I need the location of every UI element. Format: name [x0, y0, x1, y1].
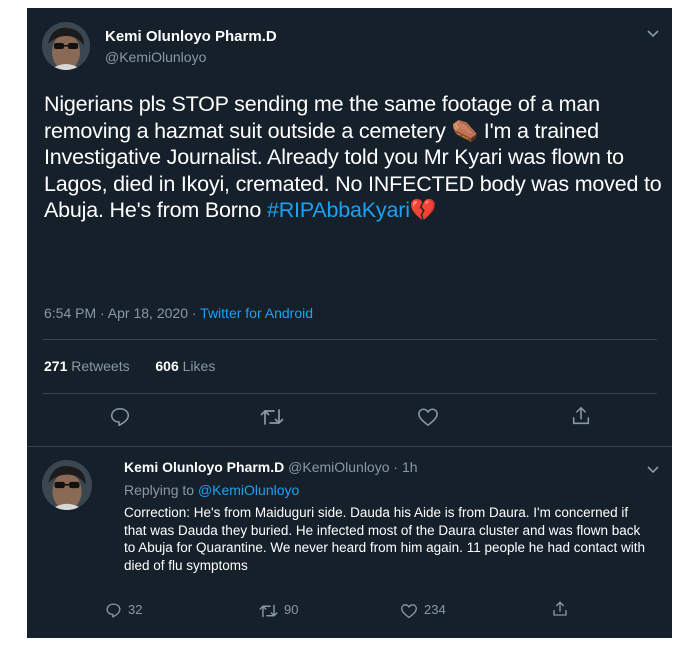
reply-author-name[interactable]: Kemi Olunloyo Pharm.D [124, 459, 284, 475]
retweet-icon[interactable] [260, 407, 284, 432]
avatar[interactable] [42, 22, 90, 70]
like-icon[interactable] [417, 407, 439, 432]
avatar[interactable] [42, 460, 92, 510]
reply-icon[interactable] [109, 406, 131, 433]
chevron-down-icon[interactable] [647, 462, 659, 477]
retweet-count: 90 [284, 602, 299, 617]
reply-text: Correction: He's from Maiduguri side. Da… [124, 505, 646, 573]
divider [27, 446, 672, 447]
reply-count: 32 [128, 602, 143, 617]
chevron-down-icon[interactable] [647, 26, 659, 41]
retweets-stat[interactable]: 271 Retweets [44, 358, 130, 374]
tweet-meta: 6:54 PM · Apr 18, 2020 · Twitter for And… [44, 305, 313, 321]
tweet-timestamp[interactable]: 6:54 PM · Apr 18, 2020 · [44, 305, 200, 321]
like-action[interactable]: 234 [400, 602, 446, 619]
reply-header: Kemi Olunloyo Pharm.D @KemiOlunloyo · 1h [124, 459, 418, 475]
reply-handle-time[interactable]: @KemiOlunloyo · 1h [288, 459, 417, 475]
share-icon[interactable] [551, 600, 575, 618]
reply-action[interactable]: 32 [105, 602, 142, 619]
replying-to-handle[interactable]: @KemiOlunloyo [198, 482, 299, 498]
broken-heart-emoji: 💔 [409, 198, 437, 222]
replying-to: Replying to @KemiOlunloyo [124, 482, 300, 498]
like-icon [401, 603, 417, 618]
author-handle[interactable]: @KemiOlunloyo [105, 49, 206, 65]
engagement-counts: 271 Retweets 606 Likes [44, 358, 215, 374]
like-count: 234 [424, 602, 446, 617]
retweet-action[interactable]: 90 [259, 602, 298, 619]
divider [42, 393, 657, 394]
tweet-source[interactable]: Twitter for Android [200, 305, 313, 321]
tweet-text: Nigerians pls STOP sending me the same f… [44, 91, 664, 224]
author-name[interactable]: Kemi Olunloyo Pharm.D [105, 28, 277, 45]
share-icon[interactable] [570, 405, 592, 432]
divider [42, 339, 657, 340]
hashtag-link[interactable]: #RIPAbbaKyari [267, 198, 410, 222]
reply-icon [106, 603, 121, 618]
retweet-icon [259, 604, 278, 617]
likes-stat[interactable]: 606 Likes [155, 358, 215, 374]
tweet-thread: Kemi Olunloyo Pharm.D @KemiOlunloyo Nige… [27, 8, 672, 638]
